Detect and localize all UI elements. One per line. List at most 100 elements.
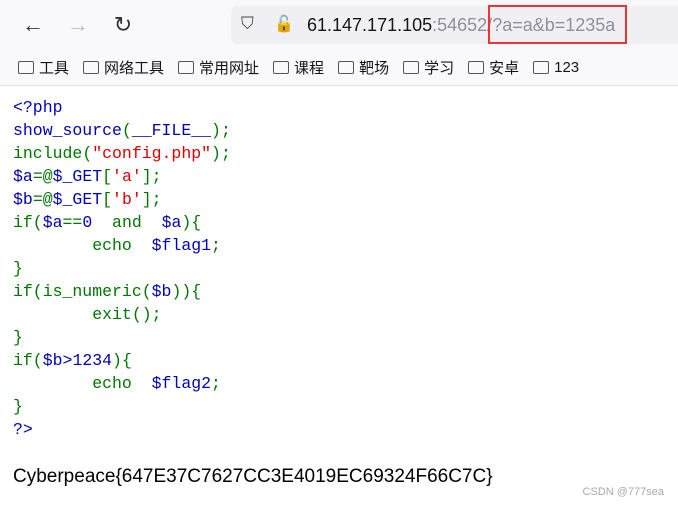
folder-icon <box>178 61 195 74</box>
navigation-bar: ← → ↻ ⛉ 🔓 61.147.171.105:54652/?a=a&b=12… <box>0 0 678 50</box>
bookmark-label: 靶场 <box>359 60 390 77</box>
code-token: ); <box>211 121 231 140</box>
code-token: $flag2 <box>151 374 212 393</box>
code-token: and <box>92 213 162 232</box>
code-line: $a=@$_GET['a']; <box>13 165 231 188</box>
code-token: ){ <box>181 213 202 232</box>
code-line: exit(); <box>13 303 231 326</box>
code-token: } <box>13 397 23 416</box>
bookmark-item[interactable]: 课程 <box>273 57 324 78</box>
folder-icon <box>83 61 100 74</box>
code-token: =@ <box>32 190 53 209</box>
code-line: <?php <box>13 96 231 119</box>
code-token: show_source <box>13 121 122 140</box>
code-line: $b=@$_GET['b']; <box>13 188 231 211</box>
bookmark-item[interactable]: 123 <box>533 59 579 76</box>
bookmark-label: 常用网址 <box>199 60 260 77</box>
code-token: [ <box>102 167 113 186</box>
folder-icon <box>533 61 550 74</box>
code-token: 1234 <box>72 351 113 370</box>
bookmark-item[interactable]: 网络工具 <box>83 57 164 78</box>
bookmark-item[interactable]: 常用网址 <box>178 57 259 78</box>
bookmark-label: 学习 <box>424 60 455 77</box>
shield-icon[interactable]: ⛉ <box>241 14 254 34</box>
code-token: $b <box>13 190 33 209</box>
code-token: 'a' <box>112 167 142 186</box>
bookmark-item[interactable]: 学习 <box>403 57 454 78</box>
php-source-code: <?php show_source(__FILE__); include("conf… <box>13 96 231 441</box>
code-token: include <box>13 144 83 163</box>
bookmark-label: 安卓 <box>489 60 520 77</box>
code-line: include("config.php"); <box>13 142 231 165</box>
code-token: $a <box>13 167 33 186</box>
code-token: if(is_numeric( <box>13 282 152 301</box>
code-token: > <box>62 351 73 370</box>
code-token: ; <box>211 374 221 393</box>
code-token: =@ <box>32 167 53 186</box>
code-token: } <box>13 259 23 278</box>
code-token: $flag1 <box>151 236 212 255</box>
code-token: ){ <box>112 351 132 370</box>
code-token: ( <box>121 121 132 140</box>
insecure-lock-icon[interactable]: 🔓 <box>274 14 294 34</box>
arrow-right-icon: → <box>67 12 89 37</box>
code-token: if( <box>13 213 43 232</box>
code-line: } <box>13 395 231 418</box>
code-token: } <box>13 328 23 347</box>
folder-icon <box>273 61 290 74</box>
forward-button[interactable]: → <box>65 12 91 38</box>
code-token: $_GET <box>52 167 103 186</box>
code-token: __FILE__ <box>131 121 212 140</box>
code-token: ]; <box>141 167 162 186</box>
code-line: } <box>13 257 231 280</box>
code-token: )){ <box>171 282 202 301</box>
code-line: show_source(__FILE__); <box>13 119 231 142</box>
code-token: <?php <box>13 98 63 117</box>
watermark: CSDN @777sea <box>582 486 664 498</box>
code-token: echo <box>13 374 152 393</box>
reload-button[interactable]: ↻ <box>110 12 136 38</box>
code-line: echo $flag2; <box>13 372 231 395</box>
code-token: exit(); <box>13 305 162 324</box>
query-highlight-box <box>488 5 627 44</box>
code-token: $b <box>42 351 63 370</box>
code-token: "config.php" <box>92 144 212 163</box>
code-token: if( <box>13 351 43 370</box>
code-token: [ <box>102 190 113 209</box>
bookmarks-bar: 工具 网络工具 常用网址 课程 靶场 学习 安卓 123 <box>0 50 678 86</box>
code-token: $_GET <box>52 190 103 209</box>
code-token: ]; <box>141 190 162 209</box>
folder-icon <box>403 61 420 74</box>
code-token: ?> <box>13 420 33 439</box>
code-token: 0 <box>82 213 93 232</box>
arrow-left-icon: ← <box>22 12 44 37</box>
code-token: == <box>62 213 83 232</box>
code-line: } <box>13 326 231 349</box>
bookmark-label: 课程 <box>294 60 325 77</box>
bookmark-item[interactable]: 安卓 <box>468 57 519 78</box>
folder-icon <box>18 61 34 74</box>
bookmark-item[interactable]: 靶场 <box>338 57 389 78</box>
bookmark-label: 工具 <box>39 60 70 77</box>
code-token: echo <box>13 236 152 255</box>
code-line: if($a==0 and $a){ <box>13 211 231 234</box>
code-line: if($b>1234){ <box>13 349 231 372</box>
code-token: $b <box>151 282 172 301</box>
folder-icon <box>338 61 355 74</box>
code-token: $a <box>161 213 182 232</box>
bookmark-label: 123 <box>554 59 580 76</box>
folder-icon <box>468 61 485 74</box>
code-token: ); <box>211 144 231 163</box>
code-line: echo $flag1; <box>13 234 231 257</box>
back-button[interactable]: ← <box>20 12 46 38</box>
url-port: :54652/ <box>432 15 493 35</box>
code-line: ?> <box>13 418 231 441</box>
bookmark-label: 网络工具 <box>104 60 165 77</box>
code-token: ( <box>82 144 93 163</box>
bookmark-item[interactable]: 工具 <box>18 57 69 78</box>
reload-icon: ↻ <box>113 12 133 37</box>
url-host: 61.147.171.105 <box>307 15 433 35</box>
code-token: ; <box>211 236 221 255</box>
code-token: 'b' <box>112 190 142 209</box>
flag-output: Cyberpeace{647E37C7627CC3E4019EC69324F66… <box>13 466 493 487</box>
